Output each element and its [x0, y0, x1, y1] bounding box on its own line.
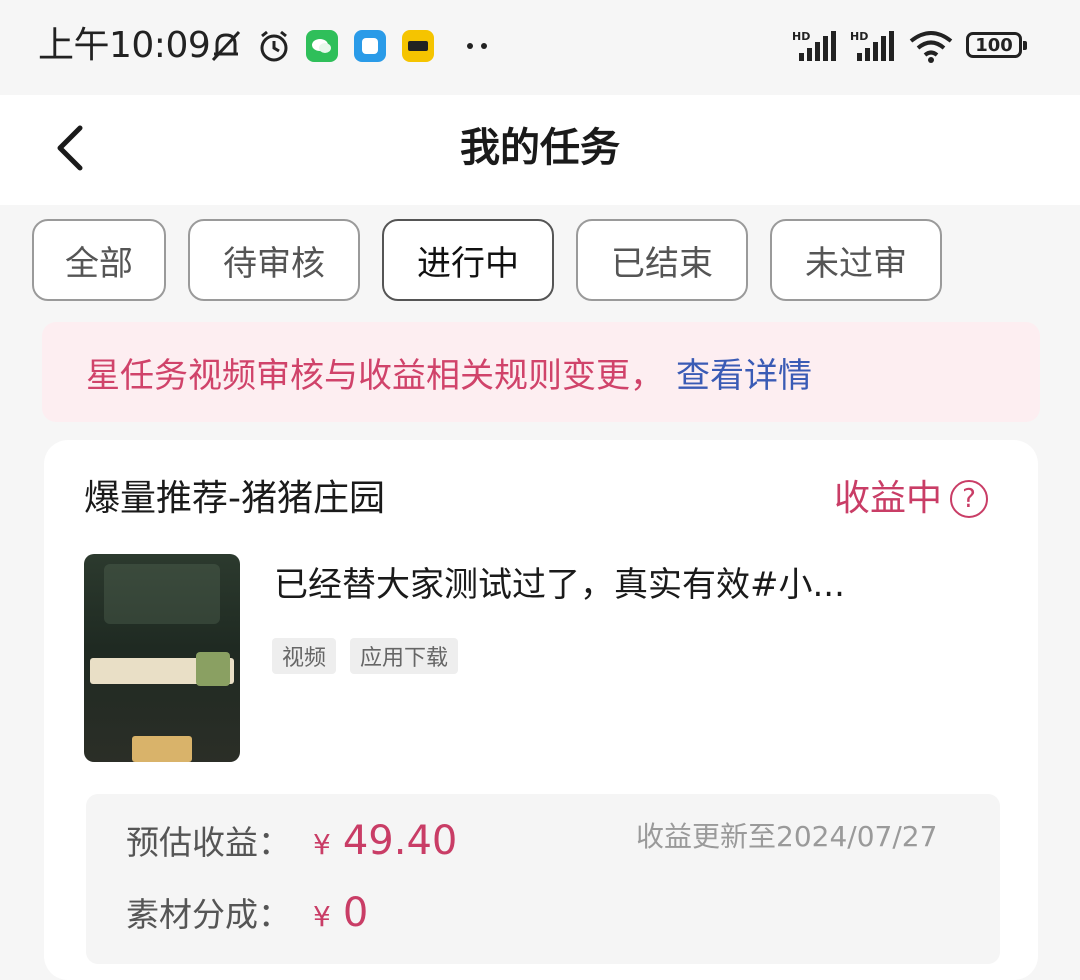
task-status: 收益中 ?: [834, 474, 989, 524]
mute-bell-icon: [206, 26, 246, 66]
tab-not-approved[interactable]: 未过审: [770, 219, 942, 301]
signal-hd-icon: HD: [848, 26, 900, 66]
status-time: 上午10:09: [38, 25, 211, 66]
currency-symbol: ¥: [313, 900, 331, 933]
more-notifications-icon: [460, 26, 494, 66]
tag-video: 视频: [272, 638, 337, 674]
tab-all[interactable]: 全部: [32, 219, 166, 301]
rules-notice-banner: 星任务视频审核与收益相关规则变更， 查看详情: [42, 322, 1040, 422]
battery-indicator: 100: [966, 32, 1027, 58]
estimated-earnings-label: 预估收益：: [126, 823, 291, 862]
tab-pending-review[interactable]: 待审核: [188, 219, 360, 301]
status-tabs: 全部 待审核 进行中 已结束 未过审: [32, 219, 942, 301]
estimated-earnings-value: 49.40: [342, 818, 458, 864]
tab-in-progress[interactable]: 进行中: [382, 219, 554, 301]
message-app-icon: [354, 30, 386, 62]
svg-text:HD: HD: [850, 30, 868, 43]
status-label: 收益中: [834, 478, 943, 519]
material-share-row: 素材分成： ¥ 0: [126, 890, 368, 938]
tab-ended[interactable]: 已结束: [576, 219, 748, 301]
earnings-update-note: 收益更新至2024/07/27: [636, 820, 938, 853]
task-title: 爆量推荐-猪猪庄园: [84, 478, 385, 519]
notice-text: 星任务视频审核与收益相关规则变更，: [86, 355, 664, 396]
help-icon[interactable]: ?: [950, 480, 989, 518]
meituan-app-icon: [402, 30, 434, 62]
currency-symbol: ¥: [313, 828, 331, 861]
video-title: 已经替大家测试过了，真实有效#小...: [274, 565, 845, 605]
wechat-app-icon: [306, 30, 338, 62]
tag-app-download: 应用下载: [350, 638, 459, 674]
page-title: 我的任务: [460, 125, 620, 171]
svg-text:HD: HD: [792, 30, 810, 43]
wifi-icon: [906, 26, 956, 66]
video-thumbnail[interactable]: [84, 554, 240, 762]
view-details-link[interactable]: 查看详情: [676, 348, 812, 397]
signal-hd-icon: HD: [790, 26, 842, 66]
alarm-clock-icon: [254, 26, 294, 66]
material-share-label: 素材分成：: [126, 895, 291, 934]
estimated-earnings-row: 预估收益： ¥ 49.40: [126, 818, 457, 866]
material-share-value: 0: [342, 890, 369, 936]
